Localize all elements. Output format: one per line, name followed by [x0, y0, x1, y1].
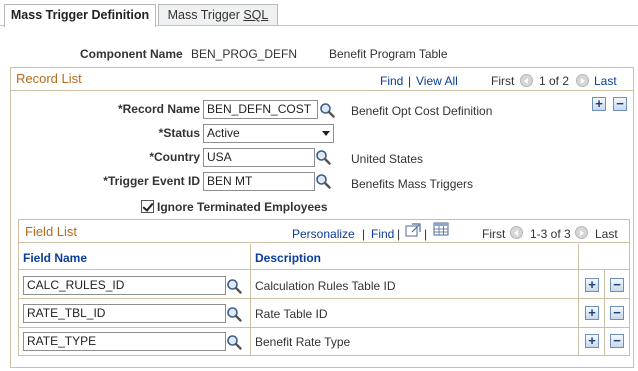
column-divider-3 — [604, 270, 605, 356]
component-name-label: Component Name — [80, 47, 183, 61]
tab-mass-trigger-definition-label: Mass Trigger Definition — [10, 8, 150, 22]
field-name-lookup-icon[interactable] — [226, 278, 242, 294]
record-list-prev-icon[interactable] — [520, 74, 533, 87]
row-delete-button[interactable]: − — [610, 334, 624, 348]
row-delete-button[interactable]: − — [610, 278, 624, 292]
record-list-title: Record List — [16, 71, 82, 86]
grid-download-icon[interactable] — [433, 222, 449, 236]
status-select-value: Active — [207, 126, 240, 140]
field-list-last-label: Last — [595, 227, 618, 241]
tab-bar: Mass Trigger Definition Mass Trigger SQL — [0, 0, 638, 27]
record-list-next-icon[interactable] — [576, 74, 589, 87]
record-name-label: *Record Name — [117, 102, 200, 116]
plus-icon: + — [588, 333, 596, 348]
status-label: *Status — [158, 126, 200, 140]
row-delete-button[interactable]: − — [610, 306, 624, 320]
field-description: Calculation Rules Table ID — [255, 279, 396, 293]
plus-icon: + — [588, 277, 596, 292]
country-lookup-icon[interactable] — [315, 149, 331, 165]
field-list-column-header-row — [18, 244, 630, 270]
minus-icon: − — [613, 305, 621, 320]
field-list-separator-3: | — [424, 227, 428, 241]
trigger-event-input[interactable]: BEN MT — [203, 172, 315, 191]
field-list-find-link[interactable]: Find — [371, 227, 394, 241]
component-name-value: BEN_PROG_DEFN — [191, 47, 298, 61]
row-add-button[interactable]: + — [585, 334, 599, 348]
minus-icon: − — [616, 96, 624, 111]
field-name-lookup-icon[interactable] — [226, 306, 242, 322]
field-list-personalize-link[interactable]: Personalize — [292, 227, 355, 241]
tab-mass-trigger-sql[interactable]: Mass Trigger SQL — [158, 4, 278, 26]
field-description: Benefit Rate Type — [255, 335, 351, 349]
row-add-button[interactable]: + — [585, 278, 599, 292]
field-name-lookup-icon[interactable] — [226, 334, 242, 350]
chevron-down-icon — [322, 131, 330, 136]
trigger-event-description: Benefits Mass Triggers — [351, 177, 474, 191]
country-label: *Country — [149, 150, 200, 164]
component-description: Benefit Program Table — [329, 47, 448, 61]
country-description: United States — [351, 152, 424, 166]
field-list-first-label: First — [482, 227, 506, 241]
trigger-event-label: *Trigger Event ID — [103, 174, 200, 188]
column-divider-1 — [250, 244, 251, 356]
trigger-event-lookup-icon[interactable] — [315, 173, 331, 189]
field-list-prev-icon[interactable] — [510, 226, 523, 239]
record-list-find-link[interactable]: Find — [380, 74, 403, 88]
status-select[interactable]: Active — [203, 124, 334, 143]
field-name-input[interactable]: RATE_TBL_ID — [23, 304, 226, 323]
record-list-position: 1 of 2 — [539, 74, 570, 88]
field-name-input[interactable]: RATE_TYPE — [23, 332, 226, 351]
record-list-separator: | — [408, 74, 412, 88]
field-description: Rate Table ID — [255, 307, 328, 321]
field-list-next-icon[interactable] — [575, 226, 588, 239]
record-name-description: Benefit Opt Cost Definition — [351, 104, 493, 118]
field-list-title: Field List — [25, 224, 78, 239]
row-divider-2 — [18, 327, 630, 328]
record-list-last-link[interactable]: Last — [594, 74, 617, 88]
column-header-description[interactable]: Description — [255, 251, 321, 265]
minus-icon: − — [613, 277, 621, 292]
row-divider-1 — [18, 298, 630, 299]
country-input[interactable]: USA — [203, 148, 315, 167]
record-add-button[interactable]: + — [592, 97, 606, 111]
record-list-first-label: First — [491, 74, 515, 88]
tab-mass-trigger-definition[interactable]: Mass Trigger Definition — [4, 4, 156, 27]
field-list-separator: | — [362, 227, 366, 241]
field-list-position: 1-3 of 3 — [530, 227, 571, 241]
plus-icon: + — [595, 96, 603, 111]
tab-mass-trigger-sql-label: Mass Trigger SQL — [167, 8, 269, 22]
field-list-separator-2: | — [397, 227, 401, 241]
expand-view-icon[interactable] — [405, 223, 421, 237]
record-delete-button[interactable]: − — [613, 97, 627, 111]
record-name-input[interactable]: BEN_DEFN_COST — [203, 100, 318, 119]
column-divider-2 — [578, 244, 579, 356]
record-list-view-all-link[interactable]: View All — [416, 74, 458, 88]
record-name-lookup-icon[interactable] — [319, 102, 335, 118]
row-add-button[interactable]: + — [585, 306, 599, 320]
ignore-terminated-label: Ignore Terminated Employees — [157, 200, 328, 214]
column-header-field-name[interactable]: Field Name — [23, 251, 87, 265]
minus-icon: − — [613, 333, 621, 348]
field-name-input[interactable]: CALC_RULES_ID — [23, 276, 226, 295]
ignore-terminated-checkbox[interactable] — [141, 200, 154, 213]
plus-icon: + — [588, 305, 596, 320]
